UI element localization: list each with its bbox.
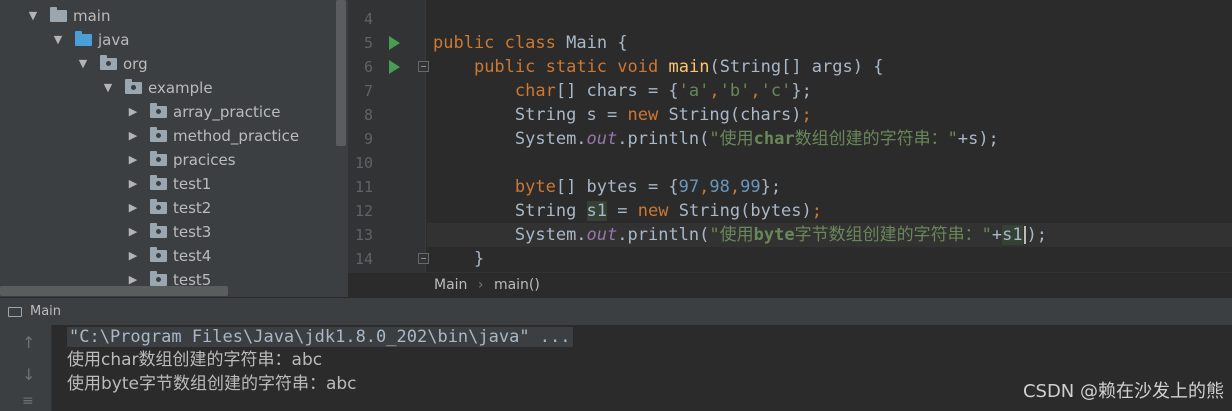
- arrow-up-icon[interactable]: ↑: [22, 333, 35, 352]
- package-icon: [150, 247, 167, 262]
- run-tab-icon: [8, 306, 22, 317]
- tree-item-main[interactable]: ▼ main: [26, 4, 110, 28]
- tree-item-label: test4: [173, 247, 212, 265]
- line-number: 7: [363, 82, 373, 100]
- tree-item-test2[interactable]: ▶ test2: [126, 196, 211, 220]
- tree-item-label: test3: [173, 223, 212, 241]
- tree-item-label: test2: [173, 199, 212, 217]
- expanded-arrow-icon[interactable]: ▼: [76, 52, 90, 76]
- package-icon: [150, 223, 167, 238]
- code-line-13[interactable]: System.out.println("使用byte字节数组创建的字符串："+s…: [433, 223, 1047, 247]
- soft-wrap-icon[interactable]: ≡: [22, 393, 34, 409]
- package-icon: [150, 175, 167, 190]
- tree-item-label: pracices: [173, 151, 236, 169]
- code-line-11[interactable]: byte[] bytes = {97,98,99};: [433, 175, 781, 199]
- tree-item-test1[interactable]: ▶ test1: [126, 172, 211, 196]
- collapsed-arrow-icon[interactable]: ▶: [126, 124, 140, 148]
- fold-icon[interactable]: [418, 253, 429, 264]
- tree-item-label: test1: [173, 175, 212, 193]
- collapsed-arrow-icon[interactable]: ▶: [126, 148, 140, 172]
- line-number: 4: [363, 10, 373, 28]
- run-toolbar: ↑ ↓ ≡: [0, 325, 52, 411]
- expanded-arrow-icon[interactable]: ▼: [26, 4, 40, 28]
- package-icon: [150, 151, 167, 166]
- package-icon: [125, 79, 142, 94]
- console-line: 使用byte字节数组创建的字符串：abc: [67, 374, 357, 394]
- breadcrumb-method[interactable]: main(): [494, 273, 540, 298]
- collapsed-arrow-icon[interactable]: ▶: [126, 196, 140, 220]
- code-line-9[interactable]: System.out.println("使用char数组创建的字符串："+s);: [433, 127, 999, 151]
- line-number: 9: [363, 130, 373, 148]
- folder-icon: [50, 7, 67, 22]
- code-line-5[interactable]: public class Main {: [433, 31, 628, 55]
- tree-item-array-practice[interactable]: ▶ array_practice: [126, 100, 280, 124]
- tree-item-label: org: [123, 55, 148, 73]
- code-line-12[interactable]: String s1 = new String(bytes);: [433, 199, 822, 223]
- code-line-14[interactable]: }: [433, 247, 484, 271]
- tree-item-pracices[interactable]: ▶ pracices: [126, 148, 236, 172]
- fold-icon[interactable]: [418, 61, 429, 72]
- collapsed-arrow-icon[interactable]: ▶: [126, 172, 140, 196]
- code-line-7[interactable]: char[] chars = {'a','b','c'};: [433, 79, 812, 103]
- package-icon: [150, 127, 167, 142]
- tree-item-org[interactable]: ▼ org: [76, 52, 148, 76]
- line-number: 14: [354, 250, 373, 268]
- tree-item-label: method_practice: [173, 127, 300, 145]
- package-icon: [150, 271, 167, 286]
- expanded-arrow-icon[interactable]: ▼: [101, 76, 115, 100]
- source-folder-icon: [75, 31, 92, 46]
- tree-item-example[interactable]: ▼ example: [101, 76, 213, 100]
- expanded-arrow-icon[interactable]: ▼: [51, 28, 65, 52]
- breadcrumb-separator-icon: ›: [477, 277, 484, 293]
- tree-item-label: java: [98, 31, 130, 49]
- tree-horizontal-scrollbar[interactable]: [0, 286, 228, 296]
- code-editor[interactable]: 4 5 6 7 8 9 10 11 12 13 14 public class …: [348, 0, 1232, 297]
- editor-gutter: 4 5 6 7 8 9 10 11 12 13 14: [348, 0, 429, 272]
- run-class-icon[interactable]: [389, 36, 400, 50]
- collapsed-arrow-icon[interactable]: ▶: [126, 220, 140, 244]
- tree-item-label: array_practice: [173, 103, 281, 121]
- package-icon: [100, 55, 117, 70]
- breadcrumb: Main › main(): [348, 272, 1232, 297]
- line-number: 12: [354, 202, 373, 220]
- watermark: CSDN @赖在沙发上的熊: [1022, 381, 1224, 402]
- tree-item-test3[interactable]: ▶ test3: [126, 220, 211, 244]
- tree-item-test4[interactable]: ▶ test4: [126, 244, 211, 268]
- tree-item-label: example: [148, 79, 213, 97]
- line-number: 11: [354, 178, 373, 196]
- tree-item-label: main: [73, 7, 111, 25]
- code-line-6[interactable]: public static void main(String[] args) {: [433, 55, 884, 79]
- line-number: 5: [363, 34, 373, 52]
- line-number: 10: [354, 154, 373, 172]
- arrow-down-icon[interactable]: ↓: [22, 365, 35, 384]
- line-number: 8: [363, 106, 373, 124]
- run-tab-title[interactable]: Main: [30, 304, 61, 319]
- console-line: "C:\Program Files\Java\jdk1.8.0_202\bin\…: [67, 327, 573, 347]
- code-line-8[interactable]: String s = new String(chars);: [433, 103, 812, 127]
- console-line: 使用char数组创建的字符串：abc: [67, 350, 323, 370]
- tree-item-method-practice[interactable]: ▶ method_practice: [126, 124, 299, 148]
- breadcrumb-class[interactable]: Main: [434, 273, 467, 298]
- text-caret: [1023, 226, 1026, 244]
- line-number: 13: [354, 226, 373, 244]
- line-number: 6: [363, 58, 373, 76]
- project-tree[interactable]: ▼ main ▼ java ▼ org ▼ example ▶ array_pr…: [0, 0, 348, 297]
- package-icon: [150, 103, 167, 118]
- package-icon: [150, 199, 167, 214]
- run-panel-header: Main: [0, 297, 1232, 325]
- run-main-icon[interactable]: [389, 60, 400, 74]
- collapsed-arrow-icon[interactable]: ▶: [126, 100, 140, 124]
- collapsed-arrow-icon[interactable]: ▶: [126, 244, 140, 268]
- tree-item-java[interactable]: ▼ java: [51, 28, 129, 52]
